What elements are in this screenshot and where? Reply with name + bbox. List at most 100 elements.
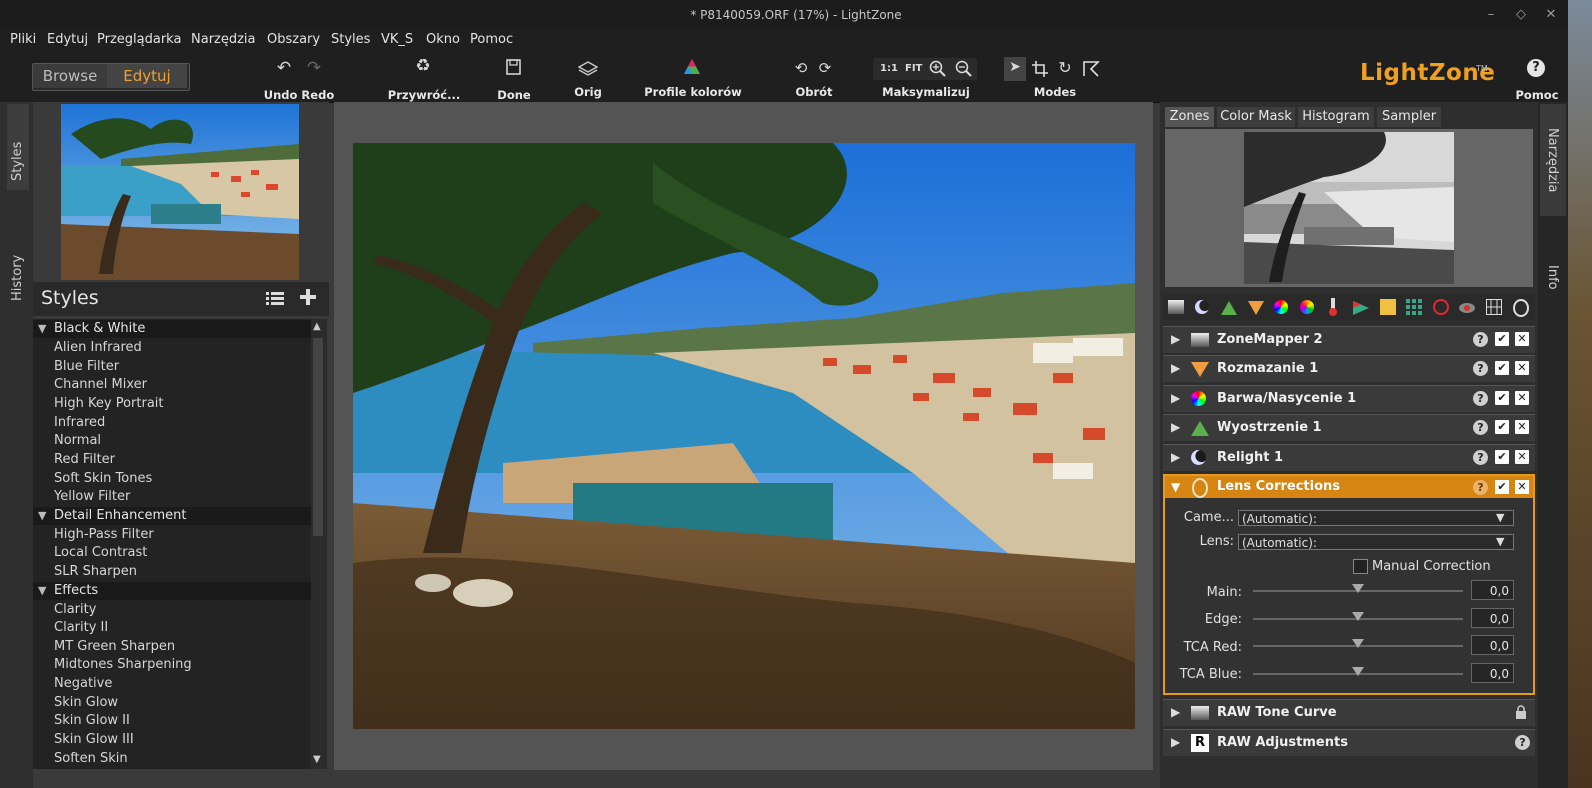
menu-przegladarka[interactable]: Przeglądarka — [97, 32, 181, 47]
edit-button[interactable]: Edytuj — [107, 64, 187, 88]
maximize-icon[interactable]: ◇ — [1512, 6, 1530, 24]
enable-checkbox[interactable]: ✔ — [1495, 480, 1509, 494]
expand-icon[interactable]: ▶ — [1171, 391, 1180, 405]
expand-icon[interactable]: ▶ — [1171, 361, 1180, 375]
help-icon[interactable]: ? — [1473, 450, 1488, 465]
lens-tool-icon[interactable] — [1513, 299, 1529, 317]
menu-okno[interactable]: Okno — [426, 32, 460, 47]
rotate-mode-icon[interactable]: ↻ — [1056, 58, 1074, 77]
revert-label[interactable]: Przywróć... — [386, 88, 462, 102]
expand-icon[interactable]: ▶ — [1171, 450, 1180, 464]
color-profiles-label[interactable]: Profile kolorów — [640, 85, 746, 99]
menu-styles[interactable]: Styles — [331, 32, 370, 47]
list-item[interactable]: Red Filter — [54, 452, 115, 467]
red-eye-tool-icon[interactable] — [1433, 299, 1449, 315]
expand-icon[interactable]: ▶ — [1171, 705, 1180, 719]
chevron-down-icon[interactable]: ▼ — [1496, 511, 1504, 524]
slider-tca-blue-knob[interactable] — [1352, 667, 1364, 676]
manual-correction-checkbox[interactable] — [1353, 559, 1368, 574]
tool-row-zonemapper[interactable]: ▶ ZoneMapper 2 ? ✔ ✕ — [1163, 326, 1535, 353]
tool-row-sharpen[interactable]: ▶ Wyostrzenie 1 ? ✔ ✕ — [1163, 414, 1535, 441]
menu-obszary[interactable]: Obszary — [267, 32, 320, 47]
help-icon[interactable]: ? — [1473, 332, 1488, 347]
help-icon[interactable]: ? — [1515, 735, 1530, 750]
zonemapper-tool-icon[interactable] — [1168, 300, 1184, 314]
channel-mixer-tool-icon[interactable] — [1353, 300, 1369, 319]
help-icon[interactable]: ? — [1473, 420, 1488, 435]
list-item[interactable]: Blue Filter — [54, 359, 119, 374]
clone-tool-icon[interactable] — [1459, 300, 1475, 319]
slider-tca-red-value[interactable]: 0,0 — [1471, 635, 1514, 655]
camera-select[interactable]: (Automatic): — [1238, 510, 1514, 526]
tab-history[interactable]: History — [10, 255, 25, 301]
browse-button[interactable]: Browse — [33, 64, 107, 88]
zoom-in-icon[interactable] — [929, 60, 947, 78]
category-row[interactable]: ▼ Black & White — [33, 320, 311, 338]
film-tool-icon[interactable] — [1486, 299, 1502, 319]
help-label[interactable]: Pomoc — [1512, 88, 1562, 102]
slider-tca-blue-value[interactable]: 0,0 — [1471, 663, 1514, 683]
scroll-down-icon[interactable]: ▼ — [313, 754, 321, 765]
category-row[interactable]: ▼ Effects — [33, 582, 311, 600]
expand-icon[interactable]: ▶ — [1171, 735, 1180, 749]
help-icon[interactable]: ? — [1473, 480, 1488, 495]
scroll-thumb[interactable] — [313, 338, 323, 536]
list-item[interactable]: Negative — [54, 676, 112, 691]
remove-icon[interactable]: ✕ — [1515, 450, 1529, 464]
redo-icon[interactable]: ↷ — [304, 58, 324, 78]
splitter-handle[interactable] — [1340, 288, 1396, 302]
undo-icon[interactable]: ↶ — [274, 58, 294, 78]
color-profile-icon[interactable] — [683, 58, 701, 76]
enable-checkbox[interactable]: ✔ — [1495, 332, 1509, 346]
zoom-out-icon[interactable] — [955, 60, 973, 78]
enable-checkbox[interactable]: ✔ — [1495, 391, 1509, 405]
tool-row-blur[interactable]: ▶ Rozmazanie 1 ? ✔ ✕ — [1163, 355, 1535, 382]
tab-info[interactable]: Info — [1545, 265, 1560, 290]
relight-tool-icon[interactable] — [1195, 300, 1209, 314]
list-item[interactable]: Soft Skin Tones — [54, 471, 152, 486]
menu-narzedzia[interactable]: Narzędzia — [191, 32, 256, 47]
grid-tool-icon[interactable] — [1406, 299, 1422, 319]
category-row[interactable]: ▼ Detail Enhancement — [33, 507, 311, 525]
tool-row-raw-tone-curve[interactable]: ▶ RAW Tone Curve — [1163, 699, 1535, 726]
list-item[interactable]: SLR Sharpen — [54, 564, 137, 579]
close-icon[interactable]: ✕ — [1542, 6, 1560, 24]
help-icon[interactable]: ? — [1473, 361, 1488, 376]
region-icon[interactable] — [1082, 60, 1100, 77]
list-item[interactable]: Yellow Filter — [54, 489, 130, 504]
slider-main-value[interactable]: 0,0 — [1471, 580, 1514, 600]
noise-tool-icon[interactable] — [1380, 299, 1396, 315]
crop-icon[interactable] — [1032, 61, 1048, 77]
list-item[interactable]: Soften Skin — [54, 751, 128, 766]
list-item[interactable]: High-Pass Filter — [54, 527, 154, 542]
list-item[interactable]: Skin Glow III — [54, 732, 134, 747]
list-item[interactable]: Alien Infrared — [54, 340, 142, 355]
slider-edge-value[interactable]: 0,0 — [1471, 608, 1514, 628]
hue-tool-icon[interactable] — [1274, 300, 1288, 314]
list-item[interactable]: Local Contrast — [54, 545, 147, 560]
remove-icon[interactable]: ✕ — [1515, 332, 1529, 346]
menu-edytuj[interactable]: Edytuj — [47, 32, 88, 47]
menu-vk-s[interactable]: VK_S — [381, 32, 413, 47]
remove-icon[interactable]: ✕ — [1515, 391, 1529, 405]
lens-select[interactable]: (Automatic): — [1238, 534, 1514, 550]
tool-row-raw-adjustments[interactable]: ▶ R RAW Adjustments ? — [1163, 729, 1535, 756]
tab-styles[interactable]: Styles — [10, 142, 25, 181]
color-balance-tool-icon[interactable] — [1300, 300, 1314, 314]
tab-color-mask[interactable]: Color Mask — [1217, 107, 1295, 127]
enable-checkbox[interactable]: ✔ — [1495, 361, 1509, 375]
collapse-icon[interactable]: ▼ — [38, 322, 46, 335]
list-item[interactable]: Skin Glow II — [54, 713, 130, 728]
scroll-up-icon[interactable]: ▲ — [313, 321, 321, 332]
zoom-1to1-button[interactable]: 1:1 — [880, 63, 898, 74]
expand-icon[interactable]: ▶ — [1171, 332, 1180, 346]
revert-icon[interactable]: ♻ — [412, 56, 434, 76]
collapse-icon[interactable]: ▼ — [38, 509, 46, 522]
rotate-right-icon[interactable]: ⟳ — [816, 59, 834, 77]
list-item[interactable]: Clarity — [54, 602, 96, 617]
add-style-icon[interactable] — [300, 289, 316, 305]
list-item[interactable]: Midtones Sharpening — [54, 657, 192, 672]
menu-pomoc[interactable]: Pomoc — [470, 32, 513, 47]
list-item[interactable]: Channel Mixer — [54, 377, 147, 392]
collapse-icon[interactable]: ▼ — [38, 584, 46, 597]
